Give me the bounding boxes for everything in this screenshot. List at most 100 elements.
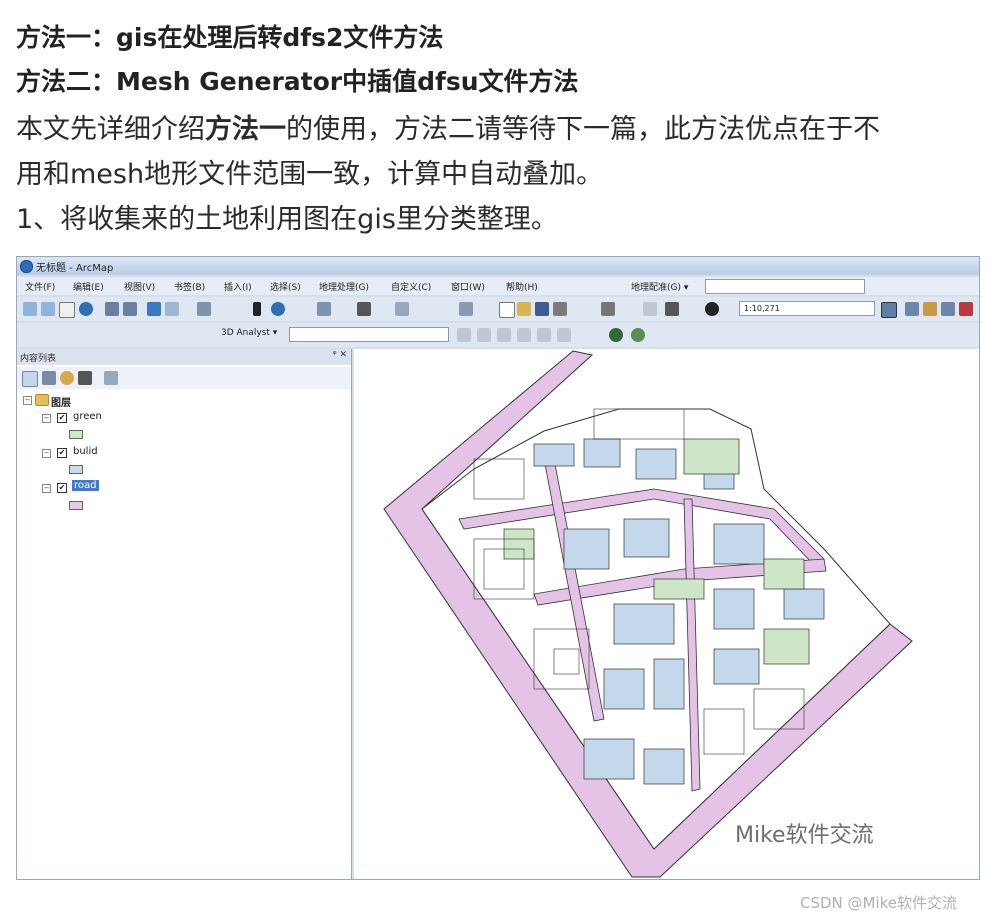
layer-symbol-swatch[interactable] (69, 430, 83, 439)
building-polygon (713, 648, 760, 685)
menu-insert[interactable]: 插入(I) (224, 280, 252, 293)
zoom-in-icon[interactable] (23, 302, 37, 316)
menu-edit[interactable]: 编辑(E) (73, 280, 104, 293)
building-polygon (783, 588, 825, 620)
heading-method-2: 方法二：Mesh Generator中插值dfsu文件方法 (16, 67, 579, 96)
list-by-drawing-order-icon[interactable] (22, 371, 38, 387)
layer-name-selected[interactable]: road (72, 480, 99, 491)
menu-file[interactable]: 文件(F) (25, 280, 55, 293)
expand-collapse-icon[interactable]: − (42, 484, 51, 493)
back-icon[interactable] (147, 302, 161, 316)
select-elements-icon[interactable] (253, 302, 261, 316)
building-polygon (653, 658, 685, 710)
menu-select[interactable]: 选择(S) (270, 280, 301, 293)
green-polygon (763, 628, 810, 665)
list-by-visibility-icon[interactable] (60, 371, 74, 385)
menu-help[interactable]: 帮助(H) (506, 280, 538, 293)
layer-symbol-swatch[interactable] (69, 465, 83, 474)
toc-toolbar (17, 367, 351, 389)
zoom-out-icon[interactable] (41, 302, 55, 316)
copy-icon[interactable] (601, 302, 615, 316)
print-icon[interactable] (553, 302, 567, 316)
menu-geoprocessing[interactable]: 地理处理(G) (319, 280, 369, 293)
building-polygon (563, 528, 610, 570)
paragraph-text: 的使用，方法二请等待下一篇，此方法优点在于不 (286, 114, 880, 145)
building-polygon (613, 603, 675, 645)
standard-toolbar: 1:10,271 (17, 297, 979, 321)
pan-icon[interactable] (59, 302, 75, 318)
editor-toolbar-icon[interactable] (881, 302, 897, 318)
building-polygon (583, 438, 621, 468)
building-polygon (713, 523, 765, 565)
list-by-selection-icon[interactable] (78, 371, 92, 385)
undo-icon[interactable] (665, 302, 679, 316)
toc-header: 内容列表 ᵠ ✕ (17, 349, 351, 365)
save-icon[interactable] (535, 302, 549, 316)
arctoolbox-icon[interactable] (959, 302, 973, 316)
add-data-icon[interactable] (705, 302, 719, 316)
arcmap-screenshot: 无标题 - ArcMap 文件(F) 编辑(E) 视图(V) 书签(B) 插入(… (16, 256, 980, 880)
green-polygon (503, 528, 535, 560)
building-polygon (643, 748, 685, 785)
green-polygon (683, 438, 740, 475)
profile-graph-icon[interactable] (557, 328, 571, 342)
3d-layer-select[interactable] (289, 327, 449, 342)
watermark-text: Mike软件交流 (735, 823, 874, 848)
3d-analyst-dropdown[interactable]: 3D Analyst ▾ (221, 328, 277, 338)
paragraph-line-2: 用和mesh地形文件范围一致，计算中自动叠加。 (16, 159, 604, 190)
expand-collapse-icon[interactable]: − (42, 449, 51, 458)
find-icon[interactable] (317, 302, 331, 316)
menu-bookmarks[interactable]: 书签(B) (174, 280, 205, 293)
georeferencing-menu[interactable]: 地理配准(G) ▾ (631, 280, 688, 293)
open-folder-icon[interactable] (517, 302, 531, 316)
layers-root-label: 图层 (51, 398, 71, 409)
interpolate-line-icon[interactable] (517, 328, 531, 342)
binoculars-icon[interactable] (357, 302, 371, 316)
layer-group-icon (35, 394, 49, 406)
layer-visibility-checkbox[interactable]: ✔ (57, 413, 67, 423)
layer-symbol-swatch[interactable] (69, 501, 83, 510)
expand-collapse-icon[interactable]: − (23, 396, 32, 405)
identify-icon[interactable] (271, 302, 285, 316)
menu-view[interactable]: 视图(V) (124, 280, 155, 293)
menu-customize[interactable]: 自定义(C) (391, 280, 431, 293)
fixed-zoom-in-icon[interactable] (105, 302, 119, 316)
paragraph-bold: 方法一 (205, 114, 286, 145)
toc-pin-close-icon[interactable]: ᵠ ✕ (333, 350, 347, 360)
interpolate-point-icon[interactable] (537, 328, 551, 342)
map-scale-select[interactable]: 1:10,271 (739, 301, 875, 316)
line-of-sight-icon[interactable] (497, 328, 511, 342)
layout-view-icon[interactable] (459, 302, 473, 316)
toc-icon[interactable] (905, 302, 919, 316)
list-by-source-icon[interactable] (42, 371, 56, 385)
full-extent-icon[interactable] (79, 302, 93, 316)
forward-icon[interactable] (165, 302, 179, 316)
new-document-icon[interactable] (499, 302, 515, 318)
catalog-icon[interactable] (923, 302, 937, 316)
building-polygon (583, 738, 635, 780)
layer-name[interactable]: bulid (73, 446, 98, 457)
delete-icon[interactable] (643, 302, 657, 316)
arcglobe-icon[interactable] (631, 328, 645, 342)
layer-visibility-checkbox[interactable]: ✔ (57, 448, 67, 458)
table-of-contents-pane: 内容列表 ᵠ ✕ − 图层 − ✔ green − ✔ bulid − ✔ ro… (17, 349, 352, 879)
layer-name[interactable]: green (73, 411, 102, 422)
measure-icon[interactable] (395, 302, 409, 316)
paragraph-line-1: 本文先详细介绍方法一的使用，方法二请等待下一篇，此方法优点在于不 (16, 107, 880, 146)
fixed-zoom-out-icon[interactable] (123, 302, 137, 316)
search-window-icon[interactable] (941, 302, 955, 316)
select-features-icon[interactable] (197, 302, 211, 316)
3d-analyst-toolbar: 3D Analyst ▾ (17, 323, 979, 347)
map-display-area[interactable] (354, 349, 979, 879)
toc-title: 内容列表 (20, 354, 57, 364)
arcscene-icon[interactable] (609, 328, 623, 342)
paragraph-line-3: 1、将收集来的土地利用图在gis里分类整理。 (16, 204, 558, 235)
layer-visibility-checkbox[interactable]: ✔ (57, 483, 67, 493)
paragraph-text: 本文先详细介绍 (16, 114, 205, 145)
contour-icon[interactable] (457, 328, 471, 342)
menu-window[interactable]: 窗口(W) (451, 280, 485, 293)
expand-collapse-icon[interactable]: − (42, 414, 51, 423)
georef-layer-select[interactable] (705, 279, 865, 294)
steepest-path-icon[interactable] (477, 328, 491, 342)
toc-options-icon[interactable] (104, 371, 118, 385)
